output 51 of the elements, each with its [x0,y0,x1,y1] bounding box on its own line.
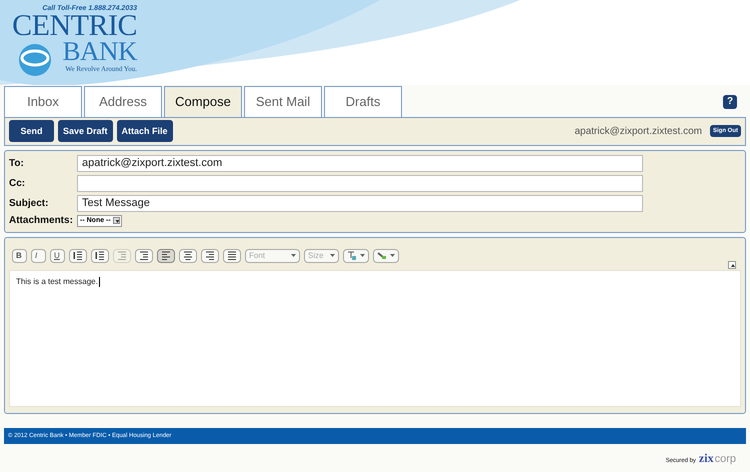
align-left-icon [161,251,171,260]
ordered-list-icon [73,251,83,260]
input-field[interactable] [77,174,643,192]
bullet-list-icon [95,251,105,260]
field-label: Subject: [9,198,50,209]
field-label: Cc: [9,178,26,189]
vendor-logo: zixcorp [698,450,736,467]
bullet-list-button[interactable] [91,248,109,263]
paint-brush-icon [377,251,387,260]
text-cursor [98,276,100,287]
tab[interactable]: Drafts [324,86,402,117]
justify-icon [227,251,237,260]
user-email: apatrick@zixport.zixtest.com [574,126,702,137]
indent-icon [139,251,149,260]
collapse-icon[interactable] [728,260,736,269]
tab[interactable]: Inbox [4,86,82,117]
tab[interactable]: Sent Mail [244,86,322,117]
message-text: This is a test message. [16,276,98,286]
ordered-list-button[interactable] [69,248,87,263]
align-center-icon [183,251,193,260]
highlight-color-button[interactable] [373,248,399,263]
tab[interactable]: Address [84,86,162,117]
field-label: Attachments: [9,215,74,226]
globe-icon [18,43,52,77]
align-right-icon [205,251,215,260]
bank-name: CENTRIC [12,12,137,39]
caret-icon [360,254,365,258]
bank-name: BANK [62,39,137,64]
caret-icon [390,254,395,258]
underline-button[interactable]: U [50,248,65,263]
action-button[interactable]: Save Draft [58,120,113,142]
input-field[interactable]: apatrick@zixport.zixtest.com [77,154,643,172]
bold-button[interactable]: B [12,248,27,263]
text-color-button[interactable] [343,248,369,263]
outdent-icon [117,251,127,260]
align-center-button[interactable] [179,248,197,263]
caret-icon [291,254,296,258]
indent-button[interactable] [135,248,153,263]
action-button[interactable]: Send [9,120,54,142]
caret-icon [330,254,335,258]
text-color-icon [347,251,357,260]
italic-button[interactable]: I [31,248,46,263]
tab[interactable]: Compose [164,86,242,117]
align-right-button[interactable] [201,248,219,263]
align-left-button[interactable] [157,248,175,263]
field-label: To: [9,158,25,169]
input-field[interactable]: Test Message [77,194,643,212]
action-button[interactable]: Attach File [116,120,173,142]
help-button[interactable]: ? [723,94,737,109]
justify-button[interactable] [223,248,241,263]
caret-icon [112,217,120,224]
